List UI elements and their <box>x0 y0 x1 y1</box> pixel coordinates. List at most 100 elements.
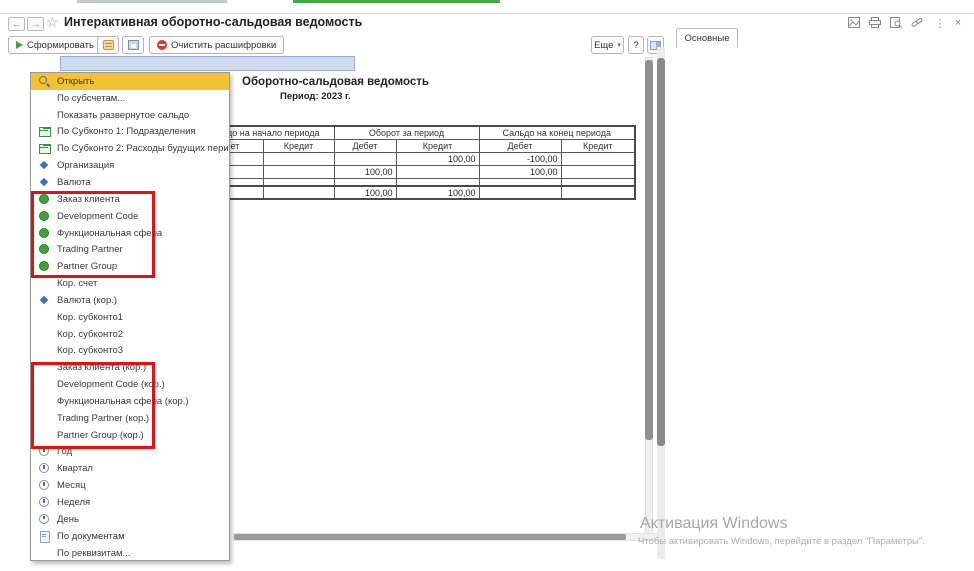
help-button[interactable]: ? <box>628 36 644 54</box>
menu-item-icon <box>38 344 51 357</box>
menu-item-icon <box>38 513 51 526</box>
value-cell[interactable] <box>263 165 334 178</box>
value-cell[interactable] <box>561 178 635 186</box>
menu-item[interactable]: День <box>31 511 229 528</box>
app-window: ← → ☆ Интерактивная оборотно-сальдовая в… <box>0 0 974 571</box>
report-title: Оборотно-сальдовая ведомость <box>242 76 429 88</box>
menu-item-icon <box>38 277 51 290</box>
panel-scrollbar-thumb[interactable] <box>657 58 665 446</box>
menu-item[interactable]: Неделя <box>31 494 229 511</box>
total-cell[interactable] <box>561 186 635 199</box>
col-header: Кредит <box>263 139 334 152</box>
menu-item[interactable]: Кор. субконто2 <box>31 326 229 343</box>
clear-icon <box>157 40 167 50</box>
forward-button[interactable]: → <box>27 17 44 31</box>
menu-item-label: Месяц <box>57 480 86 491</box>
menu-item-label: Валюта (кор.) <box>57 295 117 306</box>
menu-item[interactable]: Кор. субконто1 <box>31 309 229 326</box>
total-cell[interactable] <box>263 186 334 199</box>
favorite-star-icon[interactable]: ☆ <box>46 14 59 31</box>
menu-item-label: Кор. счет <box>57 278 97 289</box>
chevron-down-icon: ▾ <box>617 41 621 49</box>
menu-item-icon <box>38 547 51 560</box>
value-cell[interactable]: 100,00 <box>396 152 479 165</box>
save-icon <box>128 40 139 50</box>
total-cell[interactable]: 100,00 <box>396 186 479 199</box>
menu-item-icon <box>38 92 51 105</box>
menu-item-icon <box>38 176 51 189</box>
group-header: Сальдо на конец периода <box>479 126 635 139</box>
menu-item[interactable]: По субсчетам... <box>31 90 229 107</box>
context-menu: Открыть По субсчетам... Показать разверн… <box>30 72 230 561</box>
menu-item[interactable]: Месяц <box>31 477 229 494</box>
total-cell[interactable]: 100,00 <box>334 186 396 199</box>
print-icon[interactable] <box>869 17 883 28</box>
value-cell[interactable] <box>263 178 334 186</box>
back-button[interactable]: ← <box>8 17 25 31</box>
browser-strip-grey <box>77 0 227 3</box>
menu-item[interactable]: Валюта <box>31 174 229 191</box>
menu-item-icon <box>38 125 51 138</box>
report-hscrollbar-thumb[interactable] <box>234 534 626 540</box>
menu-item-label: Открыть <box>57 76 94 87</box>
settings-panel <box>668 28 974 571</box>
menu-item-icon <box>38 159 51 172</box>
windows-activation-watermark: Активация Windows <box>640 515 787 533</box>
value-cell[interactable] <box>396 178 479 186</box>
value-cell[interactable] <box>479 178 561 186</box>
more-actions-button[interactable]: Еще ▾ <box>591 36 624 54</box>
value-cell-negative[interactable]: -100,00 <box>479 152 561 165</box>
menu-item[interactable]: Показать развернутое сальдо <box>31 107 229 124</box>
menu-item-icon <box>38 75 51 88</box>
menu-item-label: Показать развернутое сальдо <box>57 110 189 121</box>
generate-button[interactable]: Сформировать <box>8 36 102 54</box>
value-cell[interactable] <box>396 165 479 178</box>
value-cell[interactable]: 100,00 <box>479 165 561 178</box>
menu-item[interactable]: Квартал <box>31 460 229 477</box>
save-settings-button[interactable] <box>122 36 144 54</box>
report-subtitle: Период: 2023 г. <box>280 91 351 102</box>
menu-item-icon <box>38 479 51 492</box>
menu-item[interactable]: По реквизитам... <box>31 545 229 561</box>
col-header: Кредит <box>396 139 479 152</box>
menu-item-label: Квартал <box>57 463 93 474</box>
value-cell[interactable]: 100,00 <box>334 165 396 178</box>
menu-item[interactable]: Открыть <box>31 73 229 90</box>
clear-details-button[interactable]: Очистить расшифровки <box>149 36 284 54</box>
menu-item-icon <box>38 142 51 155</box>
report-variants-button[interactable] <box>97 36 119 54</box>
value-cell[interactable] <box>561 152 635 165</box>
chrome-divider <box>0 13 974 14</box>
menu-item-icon <box>38 496 51 509</box>
value-cell[interactable] <box>334 152 396 165</box>
total-cell[interactable] <box>479 186 561 199</box>
menu-item-label: Кор. субконто3 <box>57 345 123 356</box>
tab-main[interactable]: Основные <box>676 28 738 48</box>
play-icon <box>16 41 23 49</box>
more-actions-label: Еще <box>594 40 613 51</box>
selected-cell[interactable] <box>60 56 355 71</box>
menu-item[interactable]: Валюта (кор.) <box>31 292 229 309</box>
clear-details-label: Очистить расшифровки <box>171 40 276 51</box>
windows-activation-watermark-sub: Чтобы активировать Windows, перейдите в … <box>638 536 925 547</box>
menu-item-label: Кор. субконто2 <box>57 329 123 340</box>
link-icon[interactable] <box>911 17 925 28</box>
generate-button-label: Сформировать <box>27 40 94 51</box>
menu-item-label: По реквизитам... <box>57 548 130 559</box>
menu-item-icon <box>38 462 51 475</box>
menu-item-icon <box>38 294 51 307</box>
report-vscrollbar-thumb[interactable] <box>645 60 653 440</box>
menu-item[interactable]: Кор. субконто3 <box>31 343 229 360</box>
annotation-box-1 <box>31 191 155 278</box>
menu-item[interactable]: По документам <box>31 528 229 545</box>
menu-item-label: По Субконто 1: Подразделения <box>57 126 196 137</box>
value-cell[interactable] <box>263 152 334 165</box>
store-icon[interactable] <box>848 17 862 28</box>
menu-item[interactable]: Организация <box>31 157 229 174</box>
page-title: Интерактивная оборотно-сальдовая ведомос… <box>64 15 362 29</box>
menu-item[interactable]: По Субконто 1: Подразделения <box>31 124 229 141</box>
value-cell[interactable] <box>334 178 396 186</box>
find-icon[interactable] <box>890 17 904 28</box>
value-cell[interactable] <box>561 165 635 178</box>
menu-item[interactable]: По Субконто 2: Расходы будущих периодов <box>31 140 229 157</box>
